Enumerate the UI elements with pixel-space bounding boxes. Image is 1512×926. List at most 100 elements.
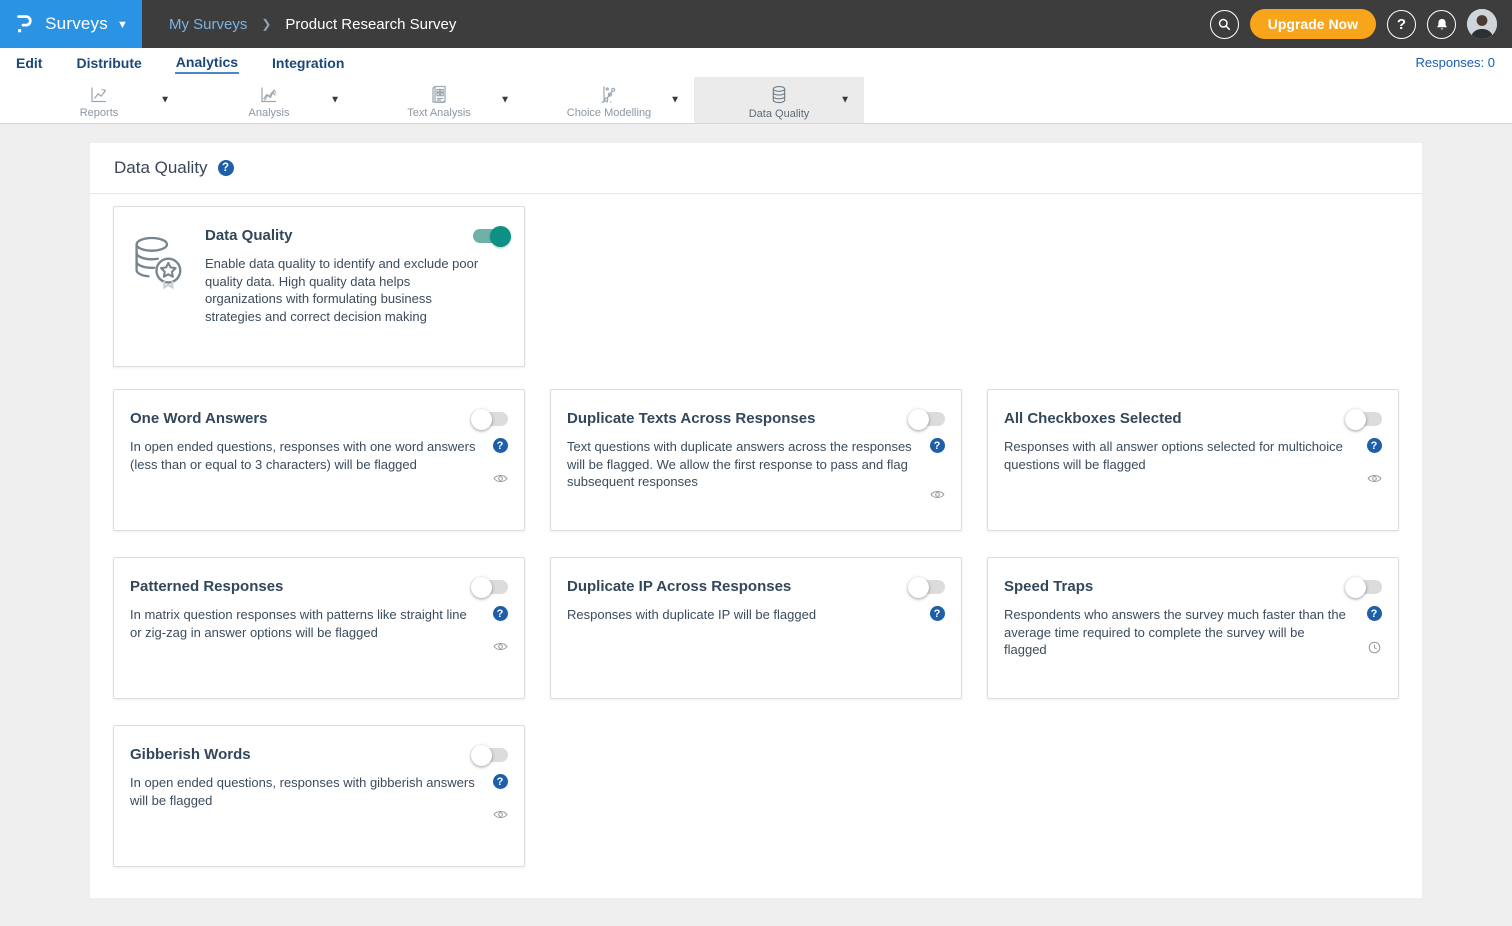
- chevron-down-icon[interactable]: ▼: [156, 91, 174, 110]
- page-title: Data Quality: [114, 158, 208, 178]
- toolbar-item-label: Choice Modelling: [567, 107, 651, 119]
- card-all-checkboxes: All Checkboxes Selected Responses with a…: [987, 389, 1399, 531]
- data-quality-master-card: Data Quality Enable data quality to iden…: [113, 206, 525, 367]
- toggle-knob: [908, 577, 929, 598]
- tab-analytics[interactable]: Analytics: [175, 52, 239, 74]
- card-patterned-responses: Patterned Responses In matrix question r…: [113, 557, 525, 699]
- questionpro-logo: [14, 12, 36, 36]
- surveys-product-switcher[interactable]: Surveys ▼: [0, 0, 142, 48]
- card-description: Responses with all answer options select…: [1004, 438, 1366, 484]
- card-description: In open ended questions, responses with …: [130, 438, 492, 484]
- question-mark-icon: ?: [1397, 16, 1406, 33]
- help-icon[interactable]: ?: [1367, 438, 1382, 453]
- help-icon[interactable]: ?: [493, 774, 508, 789]
- choice-modelling-icon: [598, 84, 620, 105]
- card-description: Text questions with duplicate answers ac…: [567, 438, 929, 500]
- card-icon-rail: ?: [929, 606, 945, 624]
- topbar-actions: Upgrade Now ?: [1210, 9, 1512, 39]
- search-button[interactable]: [1210, 10, 1239, 39]
- upgrade-now-button[interactable]: Upgrade Now: [1250, 9, 1376, 39]
- toggle-knob: [1345, 409, 1366, 430]
- chevron-down-icon[interactable]: ▼: [496, 91, 514, 110]
- tab-integration[interactable]: Integration: [271, 53, 345, 73]
- top-bar: Surveys ▼ My Surveys ❯ Product Research …: [0, 0, 1512, 48]
- breadcrumb: My Surveys ❯ Product Research Survey: [169, 16, 456, 33]
- toggle-knob: [908, 409, 929, 430]
- chevron-down-icon[interactable]: ▼: [666, 91, 684, 110]
- card-title: Patterned Responses: [130, 577, 283, 595]
- card-description: Respondents who answers the survey much …: [1004, 606, 1366, 659]
- survey-tab-bar: Edit Distribute Analytics Integration Re…: [0, 48, 1512, 77]
- chevron-down-icon[interactable]: ▼: [326, 91, 344, 110]
- card-icon-rail: ?: [1366, 606, 1382, 659]
- card-title: Duplicate IP Across Responses: [567, 577, 791, 595]
- toggle-knob: [490, 226, 511, 247]
- speed-traps-toggle[interactable]: [1347, 580, 1382, 594]
- eye-icon[interactable]: [493, 641, 508, 652]
- eye-icon[interactable]: [493, 473, 508, 484]
- card-title: Data Quality: [205, 226, 293, 244]
- help-button[interactable]: ?: [1387, 10, 1416, 39]
- tab-edit[interactable]: Edit: [15, 53, 43, 73]
- card-description: Enable data quality to identify and excl…: [205, 255, 481, 325]
- eye-icon[interactable]: [930, 489, 945, 500]
- toolbar-data-quality[interactable]: Data Quality ▼: [694, 77, 864, 123]
- card-icon-rail: ?: [492, 774, 508, 820]
- duplicate-texts-toggle[interactable]: [910, 412, 945, 426]
- help-icon[interactable]: ?: [930, 438, 945, 453]
- toolbar-item-label: Analysis: [249, 107, 290, 119]
- chevron-down-icon: ▼: [117, 19, 128, 31]
- data-quality-toggle[interactable]: [473, 229, 508, 243]
- data-quality-panel: Data Quality ?: [90, 143, 1422, 898]
- card-title: Duplicate Texts Across Responses: [567, 409, 815, 427]
- toggle-knob: [471, 409, 492, 430]
- card-title: One Word Answers: [130, 409, 268, 427]
- rule-cards-grid: One Word Answers In open ended questions…: [113, 389, 1399, 867]
- card-duplicate-ip: Duplicate IP Across Responses Responses …: [550, 557, 962, 699]
- help-icon[interactable]: ?: [218, 160, 234, 176]
- database-icon: [768, 84, 790, 106]
- eye-icon[interactable]: [493, 809, 508, 820]
- brand-label: Surveys: [45, 14, 108, 34]
- patterned-responses-toggle[interactable]: [473, 580, 508, 594]
- card-title: Gibberish Words: [130, 745, 251, 763]
- help-icon[interactable]: ?: [493, 606, 508, 621]
- toolbar-choice-modelling[interactable]: Choice Modelling ▼: [524, 77, 694, 123]
- toggle-knob: [471, 577, 492, 598]
- gibberish-words-toggle[interactable]: [473, 748, 508, 762]
- card-duplicate-texts: Duplicate Texts Across Responses Text qu…: [550, 389, 962, 531]
- one-word-answers-toggle[interactable]: [473, 412, 508, 426]
- text-analysis-icon: [428, 84, 450, 105]
- help-icon[interactable]: ?: [930, 606, 945, 621]
- toolbar-item-label: Text Analysis: [407, 107, 471, 119]
- help-icon[interactable]: ?: [493, 438, 508, 453]
- clock-icon[interactable]: [1368, 641, 1381, 654]
- search-icon: [1217, 17, 1232, 32]
- toolbar-item-label: Reports: [80, 107, 119, 119]
- card-gibberish-words: Gibberish Words In open ended questions,…: [113, 725, 525, 867]
- notifications-button[interactable]: [1427, 10, 1456, 39]
- toggle-knob: [471, 745, 492, 766]
- duplicate-ip-toggle[interactable]: [910, 580, 945, 594]
- bell-icon: [1435, 17, 1449, 32]
- toolbar-analysis[interactable]: Analysis ▼: [184, 77, 354, 123]
- all-checkboxes-toggle[interactable]: [1347, 412, 1382, 426]
- breadcrumb-my-surveys[interactable]: My Surveys: [169, 16, 247, 33]
- help-icon[interactable]: ?: [1367, 606, 1382, 621]
- card-description: Responses with duplicate IP will be flag…: [567, 606, 929, 624]
- card-icon-rail: ?: [1366, 438, 1382, 484]
- toolbar-text-analysis[interactable]: Text Analysis ▼: [354, 77, 524, 123]
- database-certified-icon: [130, 234, 186, 352]
- eye-icon[interactable]: [1367, 473, 1382, 484]
- analytics-toolbar: Reports ▼ Analysis ▼ Text Analysis ▼ Cho…: [0, 77, 1512, 124]
- responses-count: Responses: 0: [1416, 55, 1496, 70]
- reports-chart-icon: [88, 84, 110, 105]
- tab-distribute[interactable]: Distribute: [75, 53, 142, 73]
- user-avatar[interactable]: [1467, 9, 1497, 39]
- card-title: All Checkboxes Selected: [1004, 409, 1182, 427]
- breadcrumb-current-survey: Product Research Survey: [285, 16, 456, 33]
- toolbar-reports[interactable]: Reports ▼: [14, 77, 184, 123]
- card-icon-rail: ?: [492, 438, 508, 484]
- chevron-down-icon[interactable]: ▼: [836, 91, 854, 110]
- toolbar-item-label: Data Quality: [749, 108, 810, 120]
